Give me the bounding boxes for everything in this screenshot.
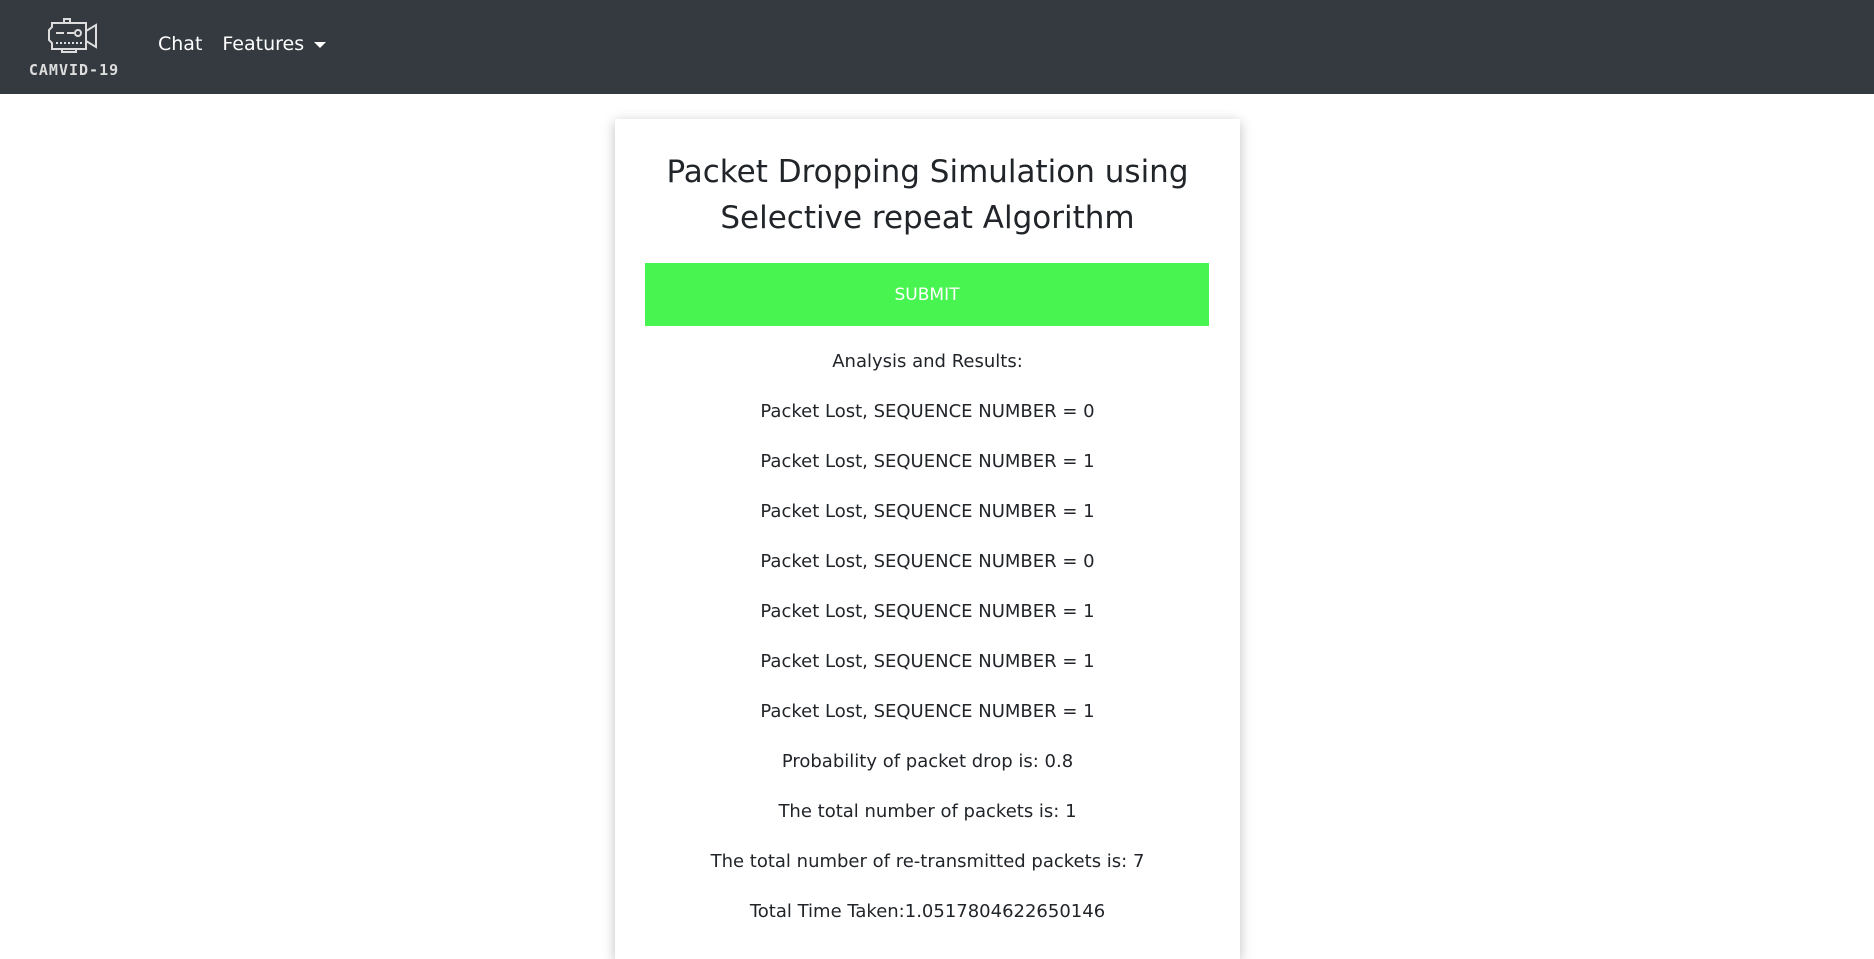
result-line: Packet Lost, SEQUENCE NUMBER = 1	[760, 451, 1095, 472]
results-heading: Analysis and Results:	[832, 351, 1023, 372]
simulation-card: Packet Dropping Simulation using Selectiv…	[615, 119, 1240, 959]
brand-name: CAMVID-19	[28, 61, 120, 79]
title-line-1: Packet Dropping Simulation using	[666, 154, 1189, 190]
retransmitted-packets: The total number of re-transmitted packe…	[710, 851, 1145, 872]
title-line-2: Selective repeat Algorithm	[720, 200, 1135, 236]
drop-probability: Probability of packet drop is: 0.8	[781, 751, 1074, 772]
caret-down-icon	[314, 41, 327, 48]
features-label: Features	[222, 33, 305, 55]
submit-button[interactable]: SUBMIT	[645, 263, 1209, 326]
result-line: Packet Lost, SEQUENCE NUMBER = 0	[760, 401, 1095, 422]
nav-link-chat[interactable]: Chat	[158, 33, 202, 55]
result-line: Packet Lost, SEQUENCE NUMBER = 1	[760, 651, 1095, 672]
video-camera-icon	[48, 18, 97, 53]
results-list: Analysis and Results: Packet Lost, SEQUE…	[645, 344, 1210, 944]
result-line: Packet Lost, SEQUENCE NUMBER = 0	[760, 551, 1095, 572]
result-line: Packet Lost, SEQUENCE NUMBER = 1	[760, 601, 1095, 622]
result-line: Packet Lost, SEQUENCE NUMBER = 1	[760, 701, 1095, 722]
navbar: CAMVID-19 Chat Features	[0, 0, 1874, 94]
nav-dropdown-features[interactable]: Features	[222, 33, 327, 55]
brand-logo[interactable]: CAMVID-19	[28, 15, 120, 79]
total-packets: The total number of packets is: 1	[778, 801, 1077, 822]
page-title: Packet Dropping Simulation using Selectiv…	[645, 149, 1210, 241]
total-time: Total Time Taken:1.0517804622650146	[749, 901, 1106, 922]
result-line: Packet Lost, SEQUENCE NUMBER = 1	[760, 501, 1095, 522]
